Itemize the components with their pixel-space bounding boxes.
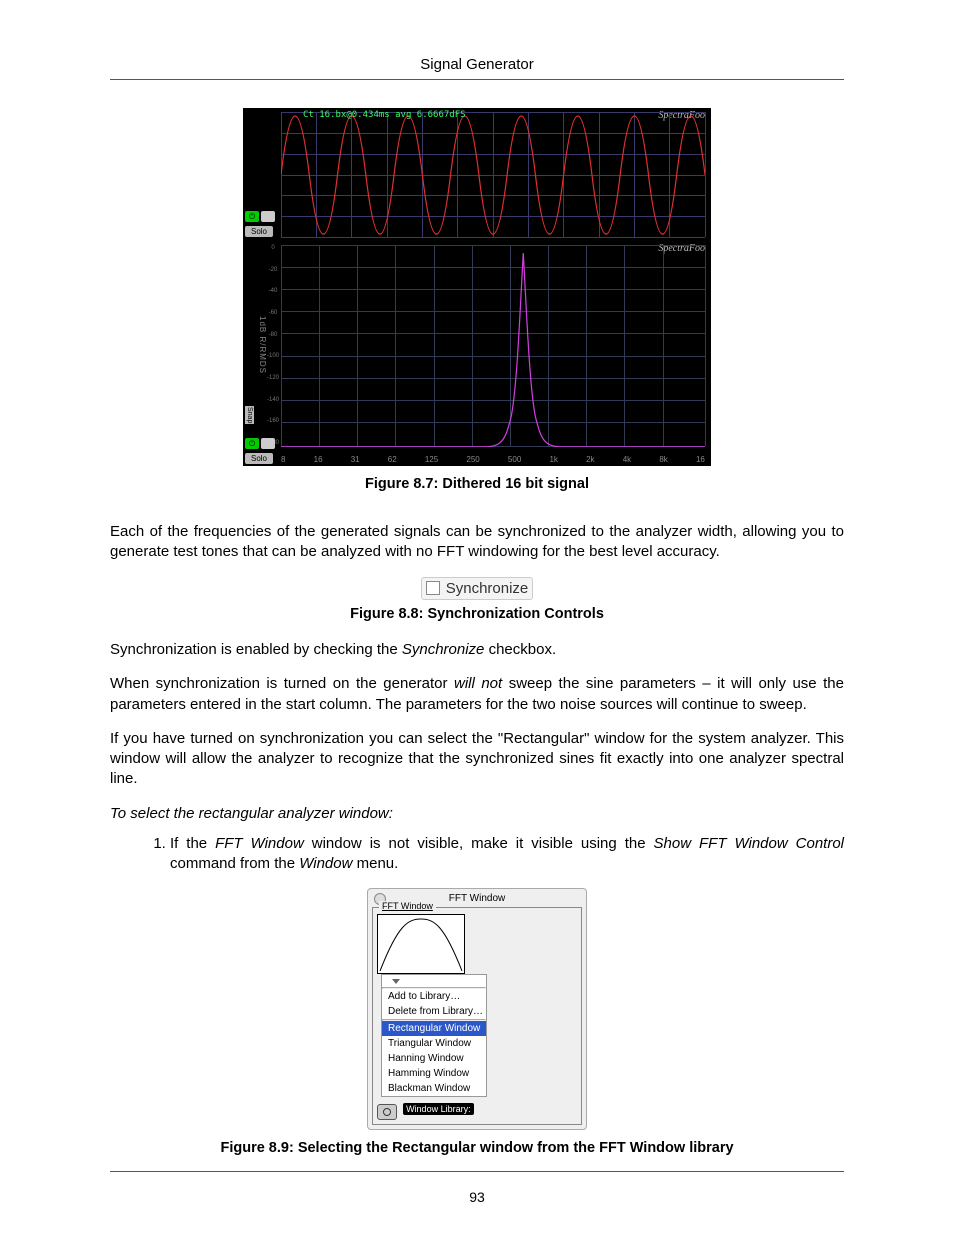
menu-item-hamming[interactable]: Hamming Window [382, 1066, 486, 1081]
paragraph-1: Each of the frequencies of the generated… [110, 522, 844, 563]
oscilloscope-panel: Ct 16.bx@0.434ms avg 6.6667dFS SpectraFo… [243, 108, 711, 241]
settings-mini-icon[interactable] [261, 211, 275, 222]
menu-item-triangular[interactable]: Triangular Window [382, 1036, 486, 1051]
spectrum-x-axis: 8 16 31 62 125 250 500 1k 2k 4k 8k 16 [281, 455, 705, 464]
fft-window-title: FFT Window [449, 893, 506, 904]
menu-arrow-icon[interactable] [382, 975, 486, 987]
menu-item-rectangular[interactable]: Rectangular Window [382, 1021, 486, 1036]
page-number: 93 [0, 1189, 954, 1205]
spectrum-y-label: 1dB R/RMDS [257, 245, 267, 446]
figure-8-9: FFT Window FFT Window Add to Library… De… [110, 888, 844, 1156]
settings-mini-icon[interactable] [261, 438, 275, 449]
menu-item-hanning[interactable]: Hanning Window [382, 1051, 486, 1066]
steps-list: If the FFT Window window is not visible,… [110, 834, 844, 875]
window-library-label: Window Library: [403, 1103, 474, 1115]
figure-8-8-caption: Figure 8.8: Synchronization Controls [110, 606, 844, 622]
power-icon[interactable]: ⏻ [245, 438, 259, 449]
figure-8-7-caption: Figure 8.7: Dithered 16 bit signal [110, 476, 844, 492]
window-library-menu[interactable]: Add to Library… Delete from Library… Rec… [381, 974, 487, 1097]
sine-waveform [281, 112, 705, 238]
step-1: If the FFT Window window is not visible,… [170, 834, 844, 875]
synchronize-checkbox[interactable]: Synchronize [421, 577, 534, 600]
power-icon[interactable]: ⏻ [245, 211, 259, 222]
menu-add-to-library[interactable]: Add to Library… [382, 989, 486, 1004]
figure-8-9-caption: Figure 8.9: Selecting the Rectangular wi… [110, 1140, 844, 1156]
page-header-title: Signal Generator [110, 56, 844, 73]
solo-button[interactable]: Solo [245, 453, 273, 464]
instruction-heading: To select the rectangular analyzer windo… [110, 805, 844, 822]
paragraph-4: If you have turned on synchronization yo… [110, 729, 844, 790]
header-rule [110, 79, 844, 80]
synchronize-label: Synchronize [446, 580, 529, 597]
group-label: FFT Window [379, 901, 436, 911]
checkbox-icon[interactable] [426, 581, 440, 595]
figure-8-7: Ct 16.bx@0.434ms avg 6.6667dFS SpectraFo… [110, 108, 844, 492]
menu-delete-from-library[interactable]: Delete from Library… [382, 1004, 486, 1019]
paragraph-2: Synchronization is enabled by checking t… [110, 640, 844, 660]
spectrum-y-ticks: 0-20-40-60-80-100-120-140-160-180 [267, 245, 279, 446]
figure-8-8: Synchronize Figure 8.8: Synchronization … [110, 577, 844, 623]
spectrum-panel: SpectraFoo 1dB R/RMDS 0-20-40-60-80-100-… [243, 241, 711, 466]
camera-icon[interactable] [377, 1104, 397, 1120]
snap-button[interactable]: Snap [245, 406, 254, 424]
menu-item-blackman[interactable]: Blackman Window [382, 1081, 486, 1096]
window-curve-preview [377, 914, 465, 974]
spectrum-peak [281, 245, 705, 447]
solo-button[interactable]: Solo [245, 226, 273, 237]
fft-window-dialog: FFT Window FFT Window Add to Library… De… [367, 888, 587, 1130]
paragraph-3: When synchronization is turned on the ge… [110, 674, 844, 715]
scope-readout: Ct 16.bx@0.434ms avg 6.6667dFS [303, 110, 466, 120]
footer-rule [110, 1171, 844, 1172]
